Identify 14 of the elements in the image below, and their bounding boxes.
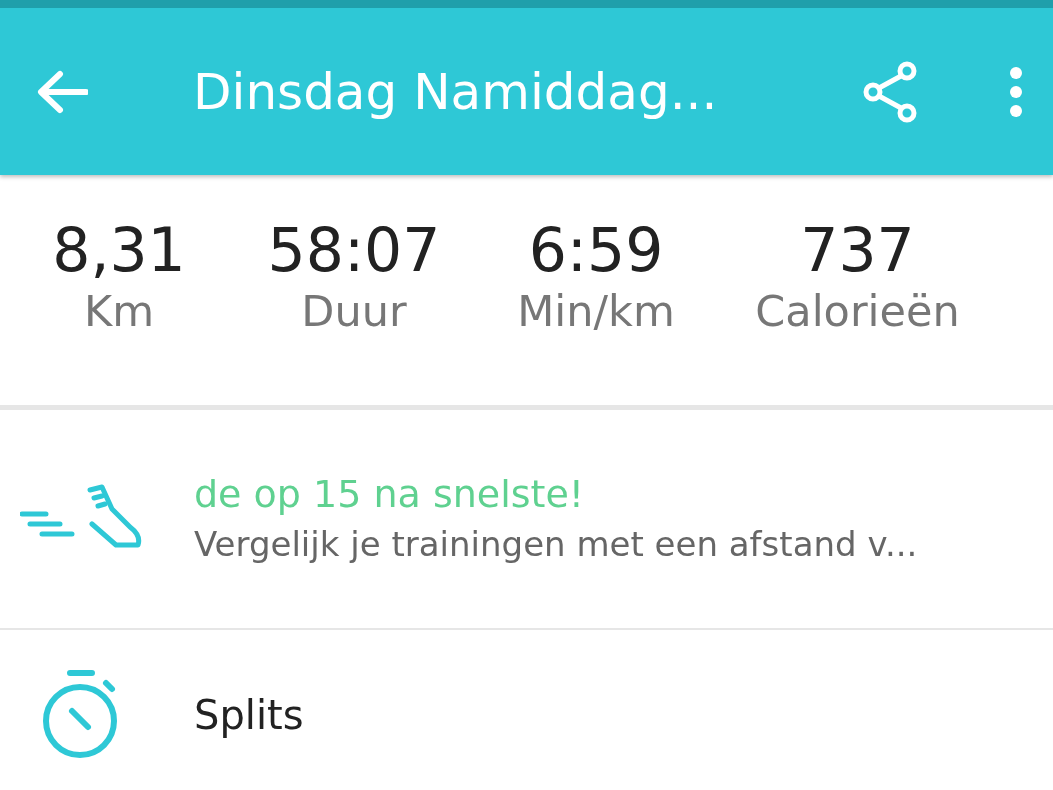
- stat-label: Km: [83, 285, 155, 337]
- screen-title: Dinsdag Namiddag...: [193, 62, 719, 121]
- stat-label: Calorieën: [755, 285, 960, 337]
- achievement-description: Vergelijk je trainingen met een afstand v...: [194, 523, 918, 566]
- more-icon[interactable]: [1009, 65, 1023, 118]
- achievement-title: de op 15 na snelste!: [194, 471, 586, 518]
- stat-label: Duur: [301, 285, 407, 337]
- stat-value: 6:59: [528, 215, 664, 285]
- stat-label: Min/km: [517, 285, 675, 337]
- splits-label: Splits: [194, 692, 304, 738]
- back-icon[interactable]: [36, 69, 88, 114]
- stat-value: 8,31: [52, 215, 186, 285]
- stat-value: 58:07: [267, 215, 441, 285]
- stat-value: 737: [800, 215, 915, 285]
